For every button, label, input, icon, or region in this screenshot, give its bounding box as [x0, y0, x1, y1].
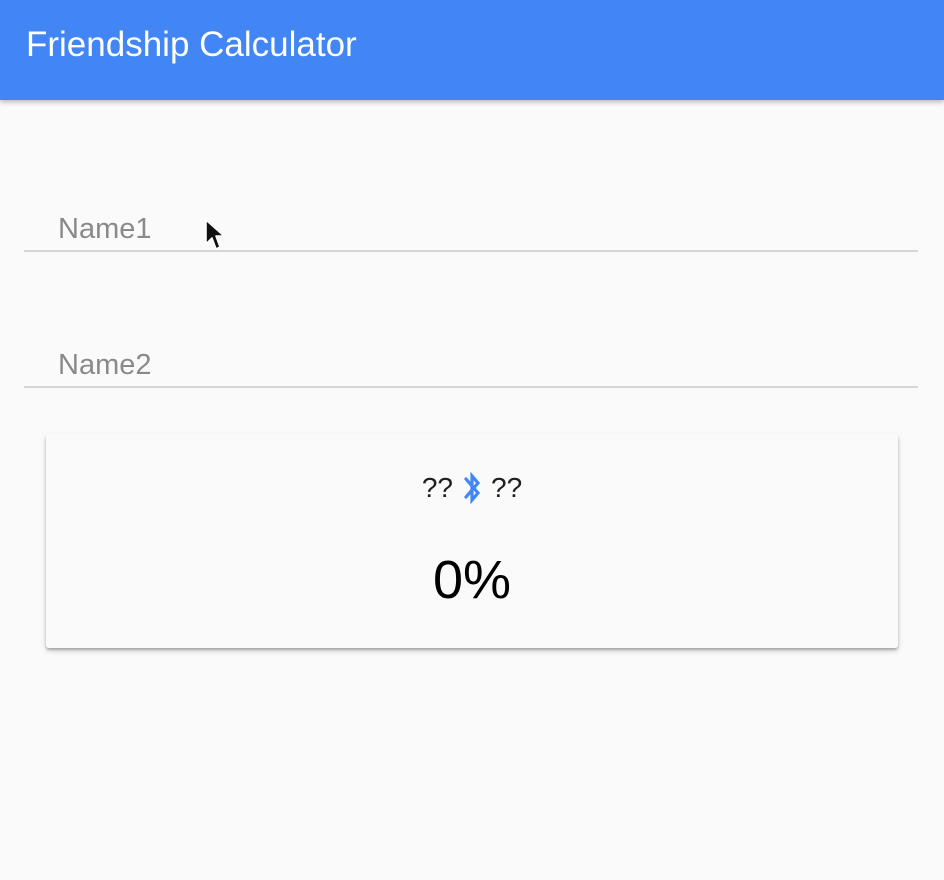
result-card: ?? ?? 0% — [46, 434, 898, 648]
app-title: Friendship Calculator — [26, 25, 357, 64]
name2-input[interactable] — [24, 344, 918, 388]
name2-field[interactable] — [24, 344, 918, 388]
name1-field[interactable] — [24, 208, 918, 252]
name-pair-row: ?? ?? — [46, 470, 898, 506]
name2-display: ?? — [491, 472, 523, 503]
bluetooth-icon — [459, 470, 485, 506]
app-bar: Friendship Calculator — [0, 0, 944, 100]
name1-input[interactable] — [24, 208, 918, 252]
name1-display: ?? — [421, 472, 453, 503]
friendship-percentage: 0% — [432, 550, 512, 610]
mouse-cursor-icon — [204, 218, 226, 254]
